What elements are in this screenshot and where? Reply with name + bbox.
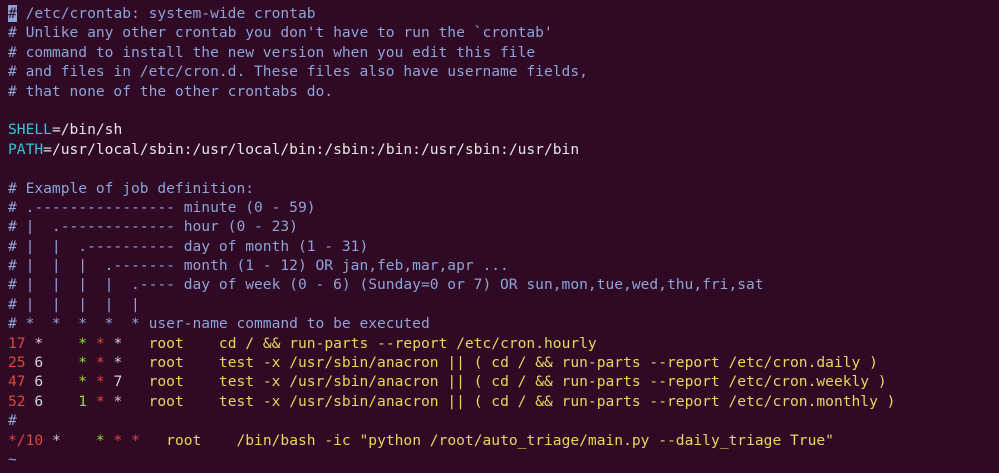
job-month: * [104, 431, 123, 449]
example-line: # * * * * * user-name command to be exec… [8, 315, 430, 333]
job-day-of-month: * [43, 334, 88, 352]
crontab-header-line: # /etc/crontab: system-wide crontab [8, 5, 316, 22]
cursor: # [8, 5, 17, 22]
job-minute: 47 [8, 373, 26, 391]
job-month: * [87, 373, 105, 391]
cron-job-row: 17 * * * * root cd / && run-parts --repo… [8, 334, 999, 353]
job-command: /bin/bash -ic "python /root/auto_triage/… [201, 431, 834, 449]
job-hour: * [25, 334, 44, 352]
shell-assignment: SHELL=/bin/sh [8, 120, 999, 139]
job-month: * [87, 354, 105, 372]
job-day-of-week: 7 [104, 373, 123, 391]
job-hour: 6 [25, 392, 44, 410]
empty-buffer-tilde: ~ [8, 450, 17, 468]
job-user: root [122, 354, 184, 372]
job-command: cd / && run-parts --report /etc/cron.hou… [183, 334, 597, 352]
comment-line: # command to install the new version whe… [8, 43, 536, 61]
job-minute: 25 [8, 354, 26, 372]
job-minute: 17 [8, 334, 26, 352]
job-command: test -x /usr/sbin/anacron || ( cd / && r… [183, 392, 896, 410]
cron-job-row: 47 6 * * 7 root test -x /usr/sbin/anacro… [8, 372, 999, 391]
hash-line: # [8, 412, 17, 430]
job-day-of-month: * [43, 373, 88, 391]
example-line: # Example of job definition: [8, 179, 255, 197]
job-minute: */10 [8, 431, 44, 449]
example-line: # | .------------- hour (0 - 23) [8, 218, 298, 236]
custom-cron-job-row: */10 * * * * root /bin/bash -ic "python … [8, 431, 999, 450]
path-assignment: PATH=/usr/local/sbin:/usr/local/bin:/sbi… [8, 140, 999, 159]
job-minute: 52 [8, 392, 26, 410]
cron-job-row: 52 6 1 * * root test -x /usr/sbin/anacro… [8, 392, 999, 411]
job-user: root [122, 334, 184, 352]
example-line: # | | | | | [8, 295, 140, 313]
job-day-of-week: * [122, 431, 140, 449]
comment-line: # that none of the other crontabs do. [8, 82, 334, 100]
example-line: # | | | .------- month (1 - 12) OR jan,f… [8, 257, 509, 275]
job-day-of-month: 1 [43, 392, 88, 410]
job-day-of-week: * [104, 354, 123, 372]
job-day-of-week: * [104, 334, 123, 352]
job-month: * [87, 392, 105, 410]
job-hour: * [43, 431, 61, 449]
job-day-of-week: * [104, 392, 123, 410]
example-line: # | | | | .---- day of week (0 - 6) (Sun… [8, 276, 764, 294]
comment-line: # and files in /etc/cron.d. These files … [8, 63, 588, 81]
terminal-window[interactable]: # /etc/crontab: system-wide crontab # Un… [0, 0, 999, 473]
comment-line: # Unlike any other crontab you don't hav… [8, 24, 553, 42]
job-user: root [122, 392, 184, 410]
example-line: # | | .---------- day of month (1 - 31) [8, 237, 369, 255]
job-hour: 6 [25, 373, 44, 391]
job-user: root [139, 431, 202, 449]
job-user: root [122, 373, 184, 391]
job-day-of-month: * [43, 354, 88, 372]
job-hour: 6 [25, 354, 44, 372]
cron-job-row: 25 6 * * * root test -x /usr/sbin/anacro… [8, 353, 999, 372]
shell-var-value: =/bin/sh [51, 121, 123, 139]
job-command: test -x /usr/sbin/anacron || ( cd / && r… [183, 373, 887, 391]
path-var-value: =/usr/local/sbin:/usr/local/bin:/sbin:/b… [43, 140, 580, 158]
example-line: # .---------------- minute (0 - 59) [8, 198, 316, 216]
path-var-name: PATH [8, 140, 44, 158]
job-month: * [87, 334, 105, 352]
job-command: test -x /usr/sbin/anacron || ( cd / && r… [183, 354, 878, 372]
shell-var-name: SHELL [8, 121, 52, 139]
job-day-of-month: * [60, 431, 105, 449]
